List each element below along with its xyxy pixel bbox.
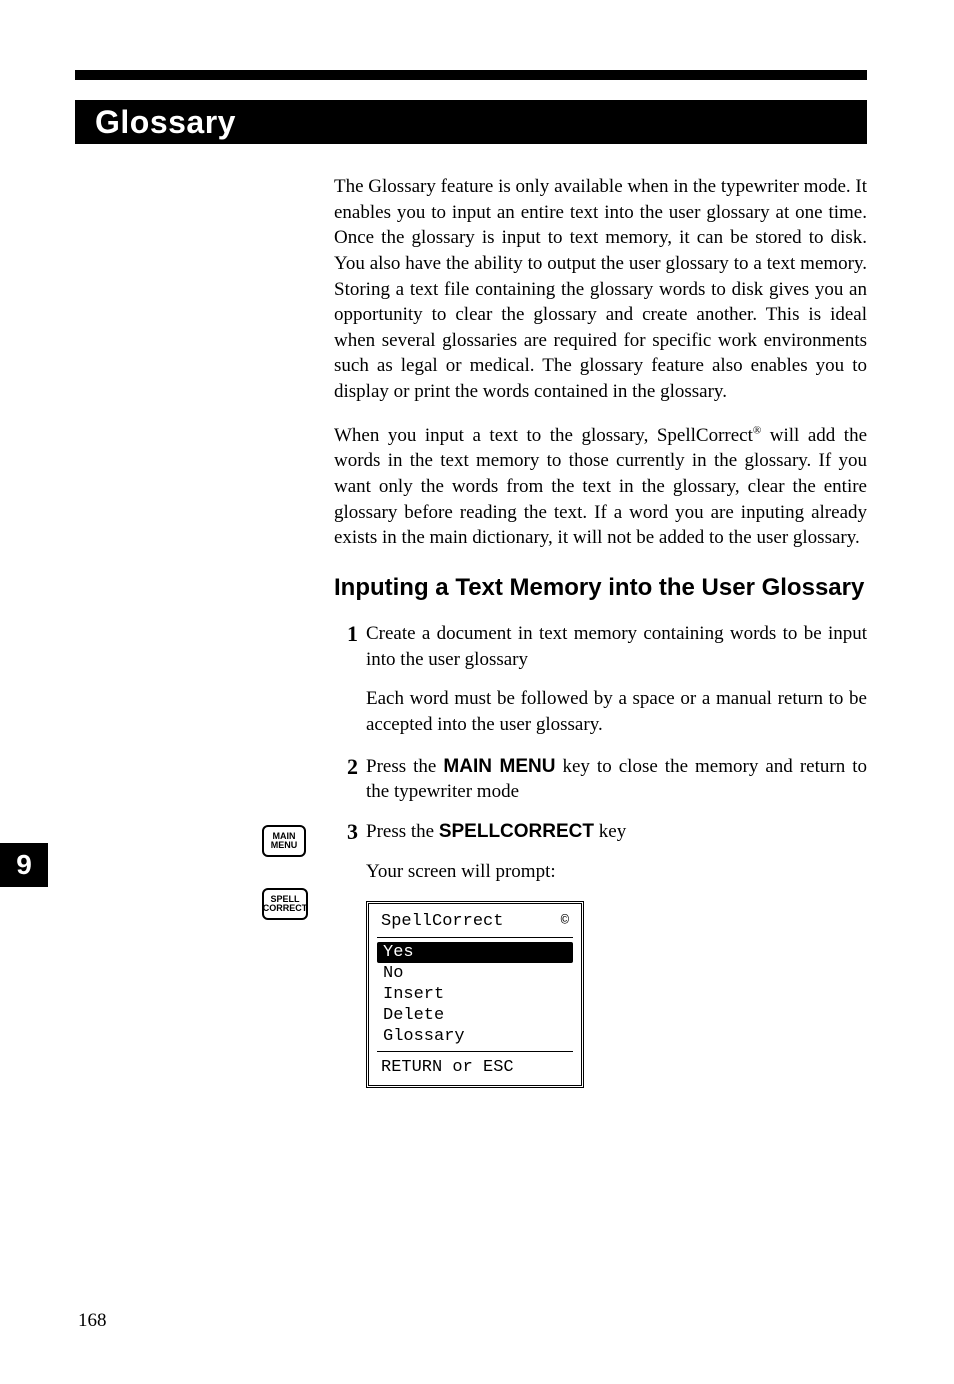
main-menu-key-icon: MAIN MENU (262, 825, 306, 857)
step-3-note: Your screen will prompt: (366, 859, 867, 885)
page-title: Glossary (95, 104, 236, 141)
menu-item-no[interactable]: No (377, 963, 573, 984)
menu-item-insert[interactable]: Insert (377, 984, 573, 1005)
menu-title-row: SpellCorrect © (377, 910, 573, 937)
step-2: 2 Press the MAIN MENU key to close the m… (334, 754, 867, 805)
step-number: 2 (334, 754, 366, 805)
step-number: 3 (334, 819, 366, 845)
page-number: 168 (78, 1310, 107, 1332)
intro-paragraph-2: When you input a text to the glossary, S… (334, 423, 867, 551)
step-text: Press the SPELLCORRECT key (366, 819, 867, 845)
key-label-line2: MENU (271, 841, 298, 850)
s3-pre: Press the (366, 821, 439, 842)
title-bar: Glossary (75, 100, 867, 144)
menu-item-delete[interactable]: Delete (377, 1005, 573, 1026)
step-number: 1 (334, 621, 366, 672)
intro-paragraph-1: The Glossary feature is only available w… (334, 174, 867, 405)
menu-title: SpellCorrect (381, 912, 503, 931)
step-3: 3 Press the SPELLCORRECT key (334, 819, 867, 845)
chapter-number: 9 (16, 849, 32, 881)
section-heading: Inputing a Text Memory into the User Glo… (334, 573, 867, 603)
s2-pre: Press the (366, 756, 443, 777)
s3-post: key (594, 821, 626, 842)
step-1-note: Each word must be followed by a space or… (366, 686, 867, 737)
p2-pre: When you input a text to the glossary, S… (334, 425, 753, 446)
chapter-tab: 9 (0, 843, 48, 887)
spellcorrect-menu: SpellCorrect © Yes No Insert Delete Glos… (366, 901, 584, 1088)
menu-items: Yes No Insert Delete Glossary (377, 937, 573, 1052)
step-text: Create a document in text memory contain… (366, 621, 867, 672)
copyright-icon: © (561, 913, 569, 929)
menu-footer: RETURN or ESC (377, 1052, 573, 1077)
s2-bold: MAIN MENU (443, 756, 555, 777)
menu-item-glossary[interactable]: Glossary (377, 1026, 573, 1047)
step-1: 1 Create a document in text memory conta… (334, 621, 867, 672)
s3-bold: SPELLCORRECT (439, 821, 594, 842)
spellcorrect-key-icon: SPELL CORRECT (262, 888, 308, 920)
main-content: The Glossary feature is only available w… (334, 174, 867, 1088)
step-text: Press the MAIN MENU key to close the mem… (366, 754, 867, 805)
menu-item-yes[interactable]: Yes (377, 942, 573, 963)
registered-mark: ® (753, 424, 761, 436)
top-rule (75, 70, 867, 80)
key-label-line2: CORRECT (263, 904, 308, 913)
